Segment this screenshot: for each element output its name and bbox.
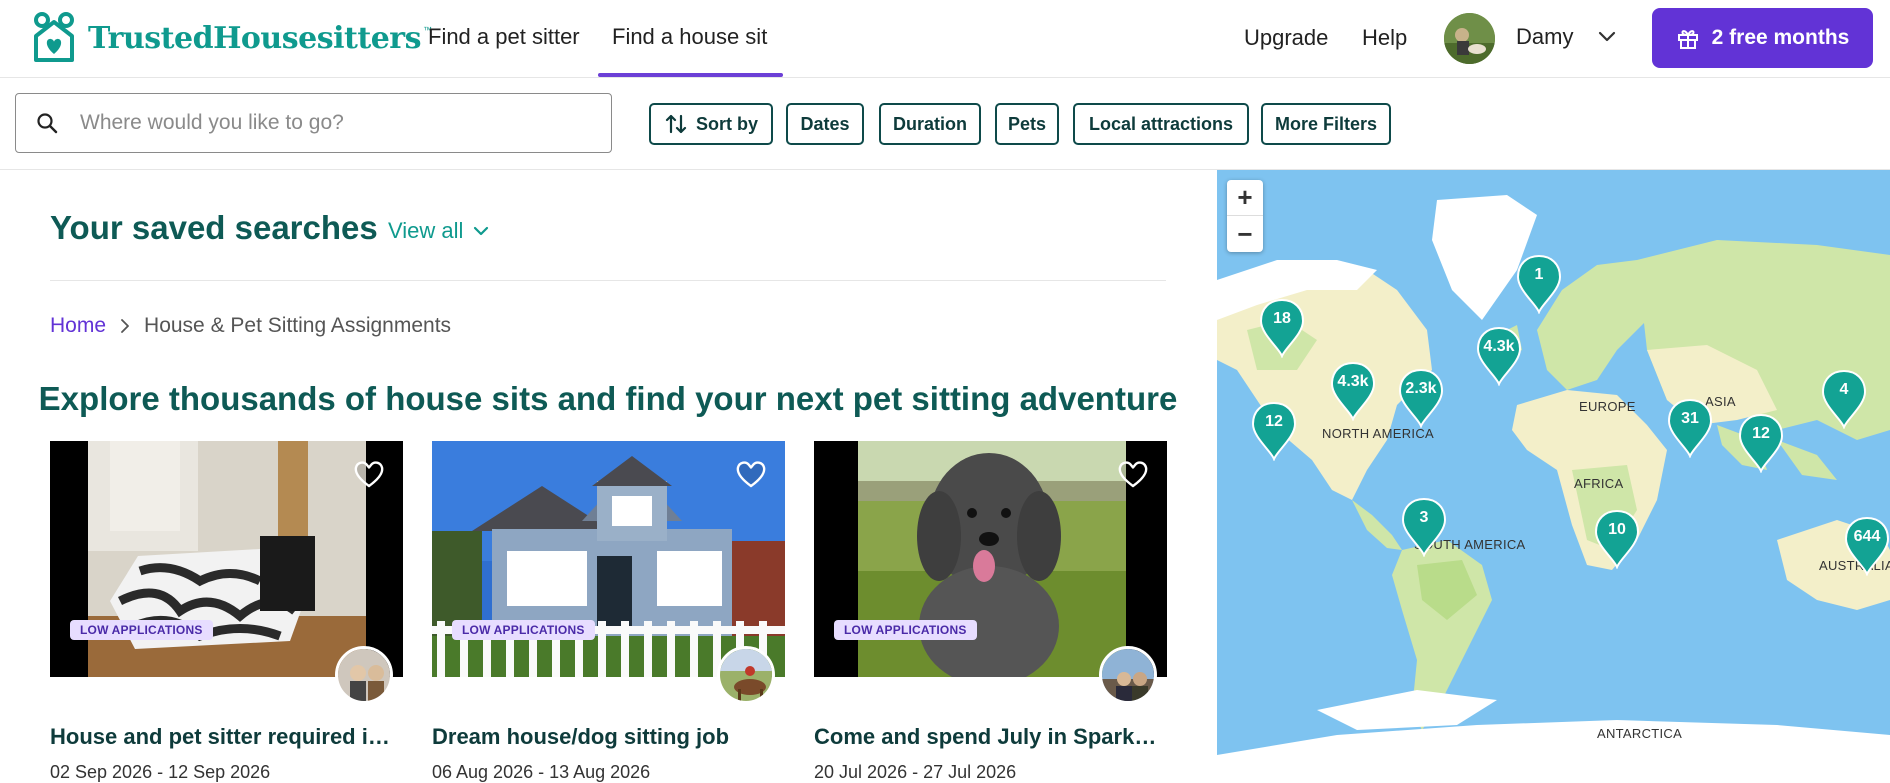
map-cluster-pin[interactable]: 3 — [1399, 495, 1449, 557]
breadcrumb-current: House & Pet Sitting Assignments — [144, 314, 452, 337]
zoom-out-button[interactable]: − — [1227, 216, 1263, 252]
cluster-count: 4.3k — [1483, 338, 1515, 355]
duration-filter[interactable]: Duration — [879, 103, 981, 145]
user-avatar[interactable] — [1444, 13, 1495, 64]
page-headline: Explore thousands of house sits and find… — [38, 380, 1178, 417]
location-search[interactable] — [15, 93, 612, 153]
cluster-count: 4.3k — [1337, 373, 1369, 390]
logo-text: TrustedHousesitters — [88, 20, 422, 56]
listing-photo[interactable]: LOW APPLICATIONS — [432, 441, 785, 677]
cluster-count: 10 — [1608, 521, 1626, 538]
local-attractions-filter[interactable]: Local attractions — [1073, 103, 1249, 145]
dates-filter-label: Dates — [800, 113, 850, 134]
owner-avatar — [1099, 646, 1157, 704]
owner-avatar — [335, 646, 393, 704]
low-applications-badge: LOW APPLICATIONS — [834, 620, 977, 640]
house-heart-logo-icon — [34, 12, 74, 62]
more-filters-label: More Filters — [1274, 113, 1378, 134]
map-cluster-pin[interactable]: 31 — [1665, 396, 1715, 458]
low-applications-badge: LOW APPLICATIONS — [70, 620, 213, 640]
search-input[interactable] — [80, 111, 580, 135]
region-label: NORTH AMERICA — [1322, 426, 1435, 441]
region-label: AFRICA — [1574, 476, 1624, 491]
listing-photo[interactable]: LOW APPLICATIONS — [50, 441, 403, 677]
section-divider — [50, 280, 1166, 281]
cluster-count: 2.3k — [1405, 380, 1437, 397]
listing-photo[interactable]: LOW APPLICATIONS — [814, 441, 1167, 677]
local-attractions-filter-label: Local attractions — [1088, 113, 1234, 134]
listing-dates: 06 Aug 2026 - 13 Aug 2026 — [432, 762, 651, 782]
pets-filter[interactable]: Pets — [995, 103, 1059, 145]
zoom-in-button[interactable]: + — [1227, 180, 1263, 216]
listing-title[interactable]: Dream house/dog sitting job — [432, 724, 785, 750]
user-name[interactable]: Damy — [1516, 24, 1573, 50]
cluster-count: 31 — [1681, 410, 1699, 427]
nav-find-house-sit[interactable]: Find a house sit — [612, 24, 767, 50]
heart-icon[interactable] — [353, 459, 385, 489]
map-cluster-pin[interactable]: 4.3k — [1474, 324, 1524, 386]
map-cluster-pin[interactable]: 4 — [1819, 367, 1869, 429]
map-cluster-pin[interactable]: 4.3k — [1328, 359, 1378, 421]
cluster-count: 12 — [1752, 425, 1770, 442]
duration-filter-label: Duration — [893, 113, 967, 134]
breadcrumb: Home House & Pet Sitting Assignments — [50, 314, 451, 338]
region-label: EUROPE — [1579, 399, 1636, 414]
more-filters-button[interactable]: More Filters — [1261, 103, 1391, 145]
cluster-count: 1 — [1534, 266, 1544, 283]
owner-avatar — [717, 646, 775, 704]
map-cluster-pin[interactable]: 644 — [1842, 514, 1890, 576]
map-cluster-pin[interactable]: 12 — [1736, 411, 1786, 473]
cluster-count: 4 — [1839, 381, 1849, 398]
filter-bar: Sort by Dates Duration Pets Local attrac… — [0, 78, 1890, 170]
low-applications-badge: LOW APPLICATIONS — [452, 620, 595, 640]
sort-by-label: Sort by — [695, 113, 758, 134]
view-all-dropdown[interactable]: View all — [388, 218, 489, 244]
map-zoom-controls: + − — [1227, 180, 1263, 252]
cluster-count: 12 — [1265, 413, 1283, 430]
search-icon — [37, 113, 58, 134]
cluster-count: 18 — [1273, 310, 1291, 327]
region-label: ANTARCTICA — [1597, 726, 1683, 741]
chevron-right-icon — [121, 319, 129, 333]
nav-active-indicator — [598, 73, 783, 77]
sort-by-button[interactable]: Sort by — [649, 103, 773, 145]
help-link[interactable]: Help — [1362, 25, 1407, 51]
listing-dates: 02 Sep 2026 - 12 Sep 2026 — [50, 762, 271, 782]
top-navbar: TrustedHousesitters ™ Find a pet sitter … — [0, 0, 1890, 78]
map-cluster-pin[interactable]: 18 — [1257, 296, 1307, 358]
results-map[interactable]: + − NORTH AMERICA EUROPE ASIA AFRICA SOU… — [1217, 170, 1890, 770]
dates-filter[interactable]: Dates — [786, 103, 864, 145]
logo[interactable]: TrustedHousesitters ™ — [30, 12, 432, 64]
heart-icon[interactable] — [1117, 459, 1149, 489]
saved-searches-title: Your saved searches — [50, 209, 378, 246]
pets-filter-label: Pets — [1007, 113, 1047, 134]
listing-card[interactable]: LOW APPLICATIONS Dream house/dog sitting… — [432, 441, 785, 783]
chevron-down-icon — [474, 226, 489, 236]
map-cluster-pin[interactable]: 12 — [1249, 399, 1299, 461]
map-cluster-pin[interactable]: 2.3k — [1396, 366, 1446, 428]
upgrade-link[interactable]: Upgrade — [1244, 25, 1328, 51]
map-cluster-pin[interactable]: 1 — [1514, 252, 1564, 314]
listing-card[interactable]: LOW APPLICATIONS House and pet sitter re… — [50, 441, 403, 783]
cluster-count: 644 — [1853, 528, 1881, 545]
chevron-down-icon[interactable] — [1598, 30, 1616, 44]
free-months-button[interactable]: 2 free months — [1652, 8, 1873, 68]
sort-arrows-icon — [665, 114, 687, 134]
breadcrumb-home[interactable]: Home — [50, 314, 106, 338]
listing-dates: 20 Jul 2026 - 27 Jul 2026 — [814, 762, 1017, 782]
listing-title[interactable]: House and pet sitter required in Par… — [50, 724, 403, 750]
listing-title[interactable]: Come and spend July in Sparks NV — [814, 724, 1167, 750]
map-cluster-pin[interactable]: 10 — [1592, 507, 1642, 569]
nav-find-pet-sitter[interactable]: Find a pet sitter — [428, 24, 580, 50]
heart-icon[interactable] — [735, 459, 767, 489]
view-all-label: View all — [388, 218, 464, 243]
gift-icon — [1677, 30, 1698, 49]
cluster-count: 3 — [1419, 509, 1429, 526]
listing-card[interactable]: LOW APPLICATIONS Come and spend July in … — [814, 441, 1167, 783]
free-months-label: 2 free months — [1711, 26, 1850, 49]
